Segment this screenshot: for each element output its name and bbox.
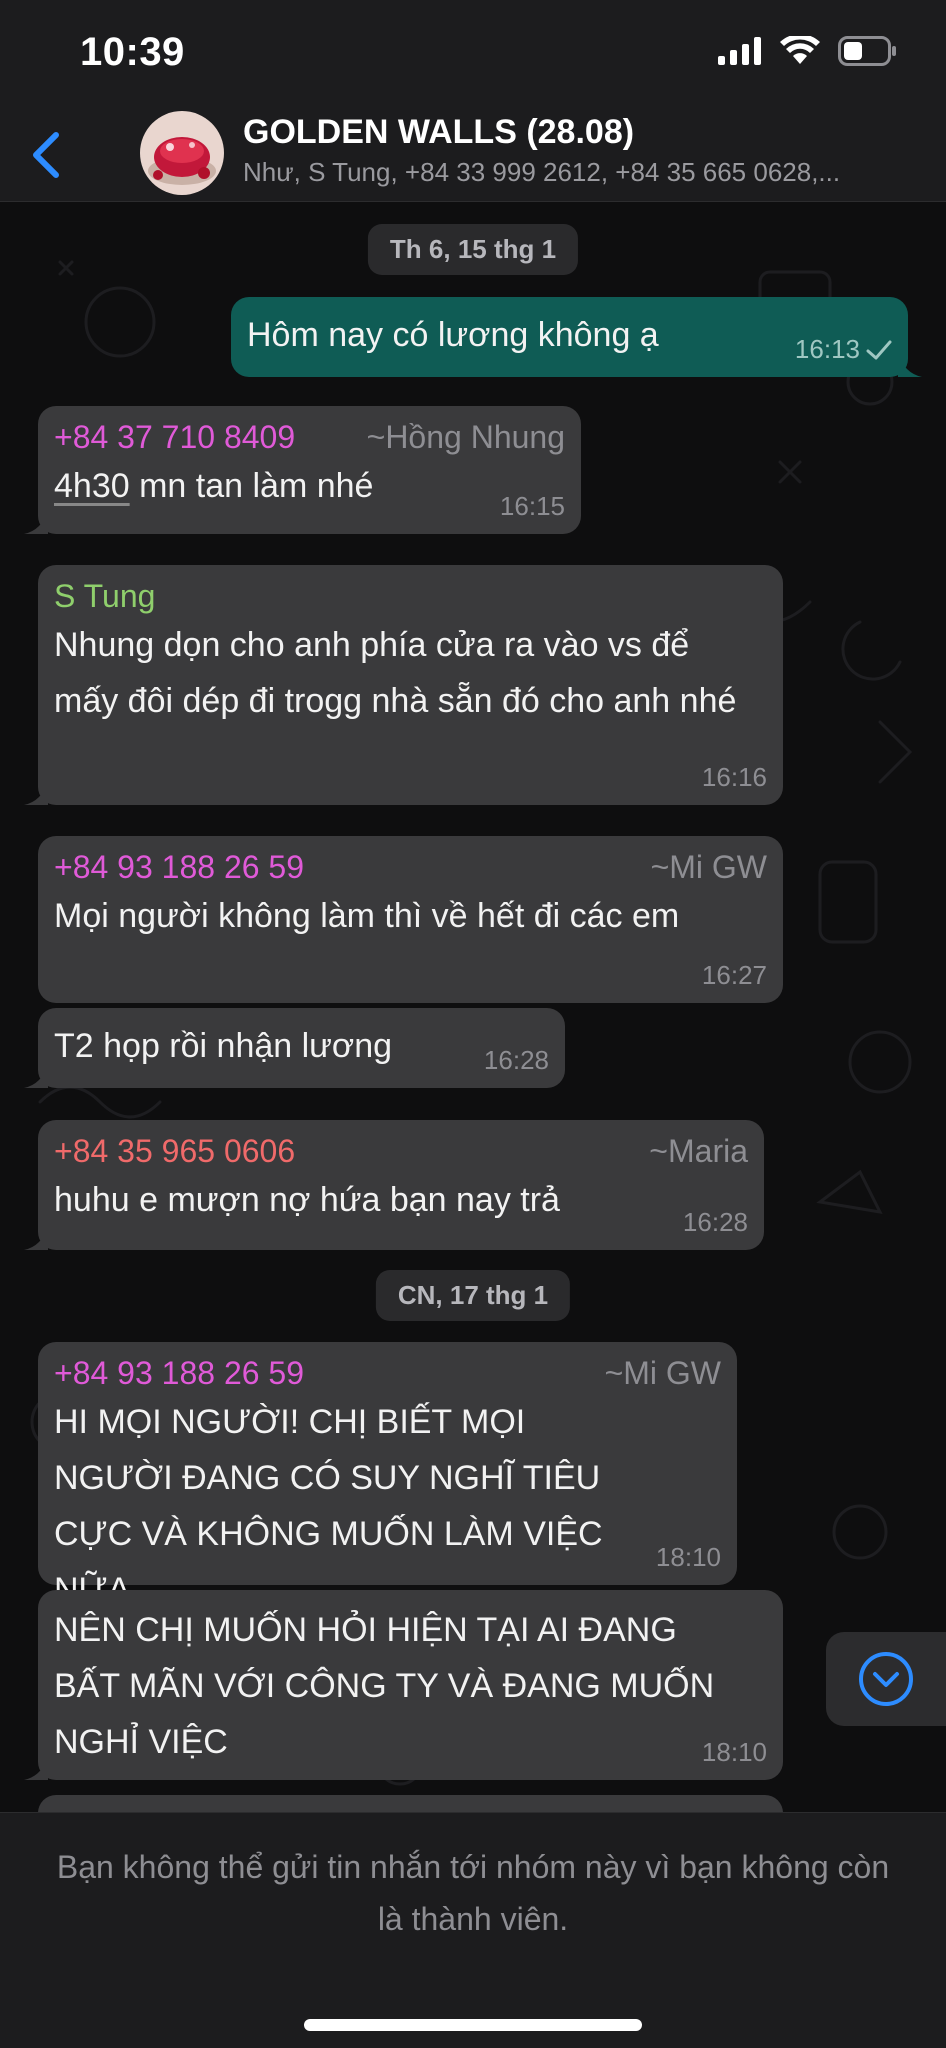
bubble-tail bbox=[24, 1226, 48, 1250]
message-bubble-incoming[interactable]: S Tung Nhung dọn cho anh phía cửa ra vào… bbox=[24, 565, 783, 805]
message-time: 16:13 bbox=[794, 334, 860, 364]
message-bubble-incoming[interactable]: +84 93 188 26 59 ~Mi GW HI MỌI NGƯỜI! CH… bbox=[38, 1342, 737, 1609]
message-text: NÊN CHỊ MUỐN HỎI HIỆN TẠI AI ĐANG BẤT MÃ… bbox=[54, 1611, 715, 1761]
sender-phone[interactable]: +84 93 188 26 59 bbox=[54, 846, 304, 888]
message-sender-row: +84 93 188 26 59 ~Mi GW bbox=[54, 846, 767, 888]
bubble-tail bbox=[24, 781, 48, 805]
message-text: huhu e mượn nợ hứa bạn nay trả bbox=[54, 1181, 560, 1219]
message-bubble-incoming[interactable]: NÊN CHỊ MUỐN HỎI HIỆN TẠI AI ĐANG BẤT MÃ… bbox=[24, 1590, 783, 1780]
message-bubble-incoming[interactable]: +84 93 188 26 59 ~Mi GW Mọi người không … bbox=[38, 836, 783, 1003]
clock: 10:39 bbox=[80, 30, 185, 74]
cake-photo-image bbox=[140, 111, 224, 195]
message-bubble-cutoff[interactable] bbox=[38, 1795, 783, 1812]
back-button[interactable] bbox=[22, 125, 72, 185]
message-text: Mọi người không làm thì về hết đi các em bbox=[54, 897, 680, 935]
message-sender-row: +84 93 188 26 59 ~Mi GW bbox=[54, 1352, 721, 1394]
message-time: 16:27 bbox=[701, 960, 767, 990]
bubble-tail bbox=[24, 1756, 48, 1780]
sender-pushname: ~Hồng Nhung bbox=[366, 419, 565, 455]
bubble-tail bbox=[898, 353, 922, 377]
chat-footer: Bạn không thể gửi tin nhắn tới nhóm này … bbox=[0, 1812, 946, 2048]
sender-phone[interactable]: +84 35 965 0606 bbox=[54, 1130, 295, 1172]
battery-icon bbox=[838, 36, 896, 66]
chevron-down-circle-icon bbox=[859, 1652, 913, 1706]
date-separator: CN, 17 thg 1 bbox=[375, 1270, 571, 1321]
bubble-tail bbox=[24, 1064, 48, 1088]
chat-header: GOLDEN WALLS (28.08) Như, S Tung, +84 33… bbox=[0, 105, 946, 202]
message-time: 16:28 bbox=[682, 1207, 748, 1237]
message-meta: 16:13 bbox=[795, 334, 892, 365]
sender-phone[interactable]: +84 37 710 8409 bbox=[54, 416, 295, 458]
group-title[interactable]: GOLDEN WALLS (28.08) bbox=[243, 113, 634, 152]
time-link[interactable]: 4h30 bbox=[54, 467, 130, 505]
removed-member-notice: Bạn không thể gửi tin nhắn tới nhóm này … bbox=[56, 1849, 890, 1937]
message-bubble-incoming[interactable]: +84 35 965 0606 ~Maria huhu e mượn nợ hứ… bbox=[24, 1120, 764, 1250]
message-sender-row: +84 35 965 0606 ~Maria bbox=[54, 1130, 748, 1172]
cellular-signal-icon bbox=[718, 37, 761, 65]
home-indicator[interactable] bbox=[304, 2019, 642, 2031]
message-bubble-incoming[interactable]: T2 họp rồi nhận lương 16:28 bbox=[24, 1008, 565, 1088]
status-icons bbox=[718, 36, 898, 66]
chevron-left-icon bbox=[33, 132, 59, 178]
group-members[interactable]: Như, S Tung, +84 33 999 2612, +84 35 665… bbox=[243, 157, 923, 188]
sender-name[interactable]: S Tung bbox=[54, 575, 155, 617]
chat-area[interactable]: Th 6, 15 thg 1 Hôm nay có lương không ạ … bbox=[0, 202, 946, 1812]
message-bubble-incoming[interactable]: +84 37 710 8409 ~Hồng Nhung 4h30 mn tan … bbox=[24, 406, 581, 534]
wifi-icon bbox=[780, 36, 820, 64]
group-avatar[interactable] bbox=[140, 111, 224, 195]
message-time: 18:10 bbox=[701, 1737, 767, 1767]
sender-pushname: ~Mi GW bbox=[650, 849, 767, 885]
bubble-tail bbox=[24, 510, 48, 534]
sender-pushname: ~Maria bbox=[649, 1133, 748, 1169]
message-text-rest: mn tan làm nhé bbox=[129, 467, 374, 505]
scroll-to-bottom-button[interactable] bbox=[826, 1632, 946, 1726]
message-text: T2 họp rồi nhận lương bbox=[54, 1027, 393, 1065]
sender-phone[interactable]: +84 93 188 26 59 bbox=[54, 1352, 304, 1394]
sent-check-icon bbox=[866, 340, 892, 359]
message-text: Nhung dọn cho anh phía cửa ra vào vs để … bbox=[54, 626, 737, 720]
message-bubble-outgoing[interactable]: Hôm nay có lương không ạ 16:13 bbox=[231, 297, 922, 377]
message-text: 4h30 mn tan làm nhé bbox=[54, 458, 565, 514]
message-time: 16:28 bbox=[483, 1045, 549, 1075]
message-sender-row: +84 37 710 8409 ~Hồng Nhung bbox=[54, 416, 565, 458]
sender-pushname: ~Mi GW bbox=[604, 1355, 721, 1391]
message-time: 18:10 bbox=[655, 1542, 721, 1572]
message-text: HI MỌI NGƯỜI! CHỊ BIẾT MỌI NGƯỜI ĐANG CÓ… bbox=[54, 1403, 603, 1609]
message-sender-row: S Tung bbox=[54, 575, 767, 617]
status-bar: 10:39 bbox=[0, 0, 946, 105]
message-time: 16:15 bbox=[499, 491, 565, 521]
date-separator: Th 6, 15 thg 1 bbox=[367, 224, 579, 275]
message-time: 16:16 bbox=[701, 762, 767, 792]
